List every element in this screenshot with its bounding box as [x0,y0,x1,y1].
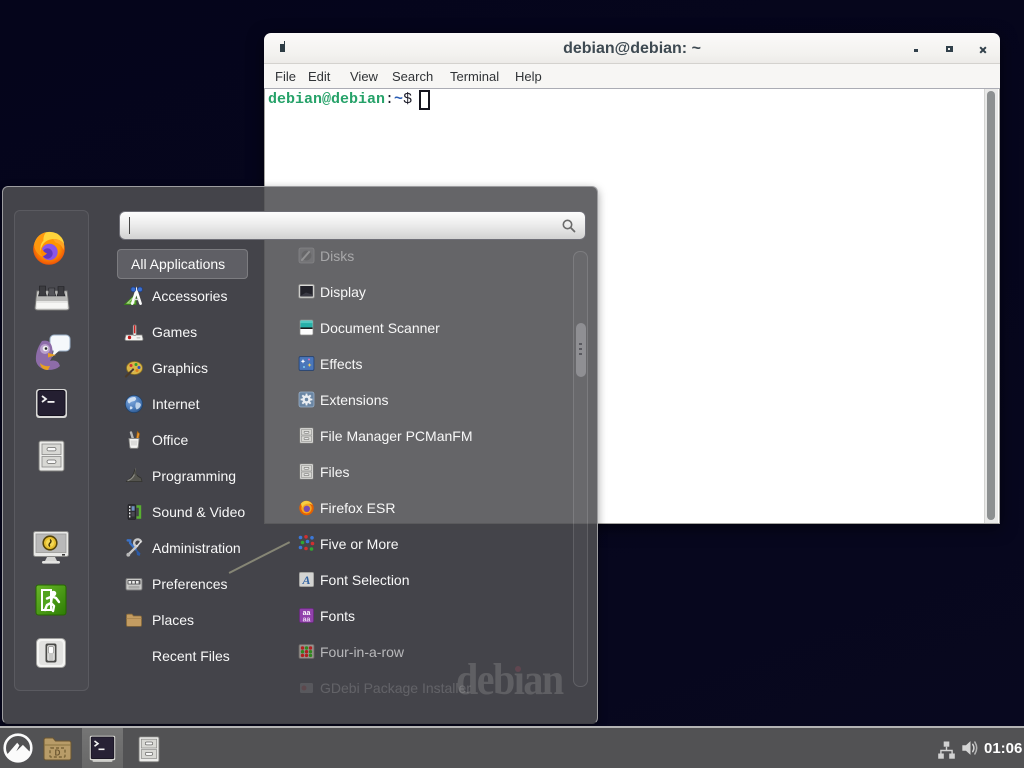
svg-text:A: A [301,573,310,587]
svg-text:D: D [55,749,61,758]
svg-text:aa: aa [303,617,311,624]
